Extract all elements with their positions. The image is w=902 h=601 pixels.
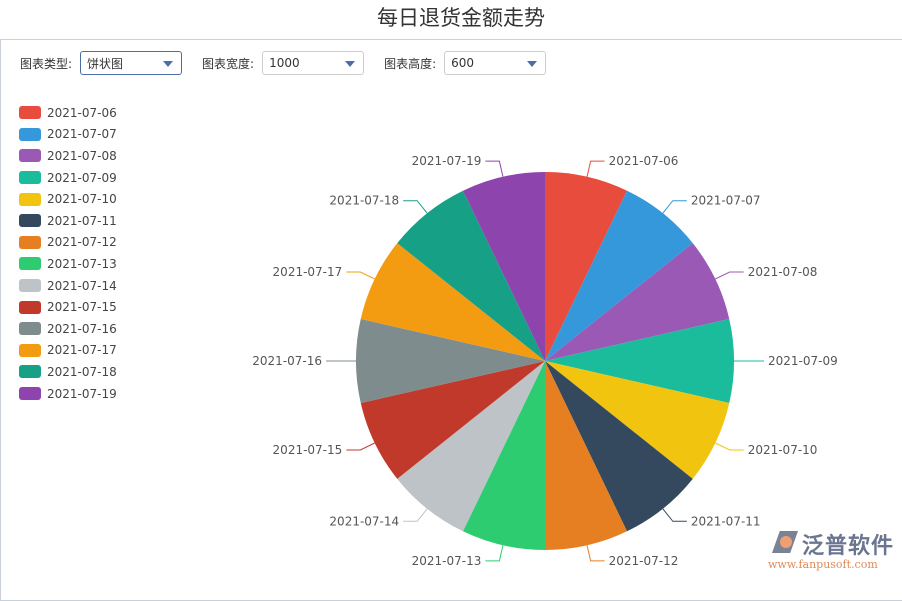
label-leader-line xyxy=(346,272,374,279)
fanpusoft-logo: 泛普软件 www.fanpusoft.com xyxy=(768,528,898,571)
slice-label: 2021-07-17 xyxy=(273,265,343,279)
label-leader-line xyxy=(346,443,374,450)
slice-label: 2021-07-13 xyxy=(412,554,482,568)
slice-label: 2021-07-09 xyxy=(768,354,838,368)
slice-label: 2021-07-08 xyxy=(748,265,818,279)
slice-label: 2021-07-15 xyxy=(273,443,343,457)
slice-label: 2021-07-10 xyxy=(748,443,818,457)
logo-mark-dot-icon xyxy=(780,536,792,548)
slice-label: 2021-07-16 xyxy=(252,354,322,368)
label-leader-line xyxy=(403,201,427,214)
label-leader-line xyxy=(663,509,687,522)
label-leader-line xyxy=(715,443,743,450)
slice-label: 2021-07-11 xyxy=(691,514,761,528)
slice-label: 2021-07-18 xyxy=(329,194,399,208)
label-leader-line xyxy=(587,161,605,177)
label-leader-line xyxy=(403,509,427,522)
label-leader-line xyxy=(715,272,743,279)
label-leader-line xyxy=(485,545,503,561)
slice-label: 2021-07-06 xyxy=(609,154,679,168)
label-leader-line xyxy=(587,545,605,561)
label-leader-line xyxy=(663,201,687,214)
pie-chart: 2021-07-06 2021-07-07 2021-07-08 2021-07-09… xyxy=(0,0,902,576)
slice-label: 2021-07-19 xyxy=(412,154,482,168)
slice-label: 2021-07-07 xyxy=(691,194,761,208)
label-leader-line xyxy=(485,161,503,177)
slice-label: 2021-07-12 xyxy=(609,554,679,568)
slice-label: 2021-07-14 xyxy=(329,514,399,528)
